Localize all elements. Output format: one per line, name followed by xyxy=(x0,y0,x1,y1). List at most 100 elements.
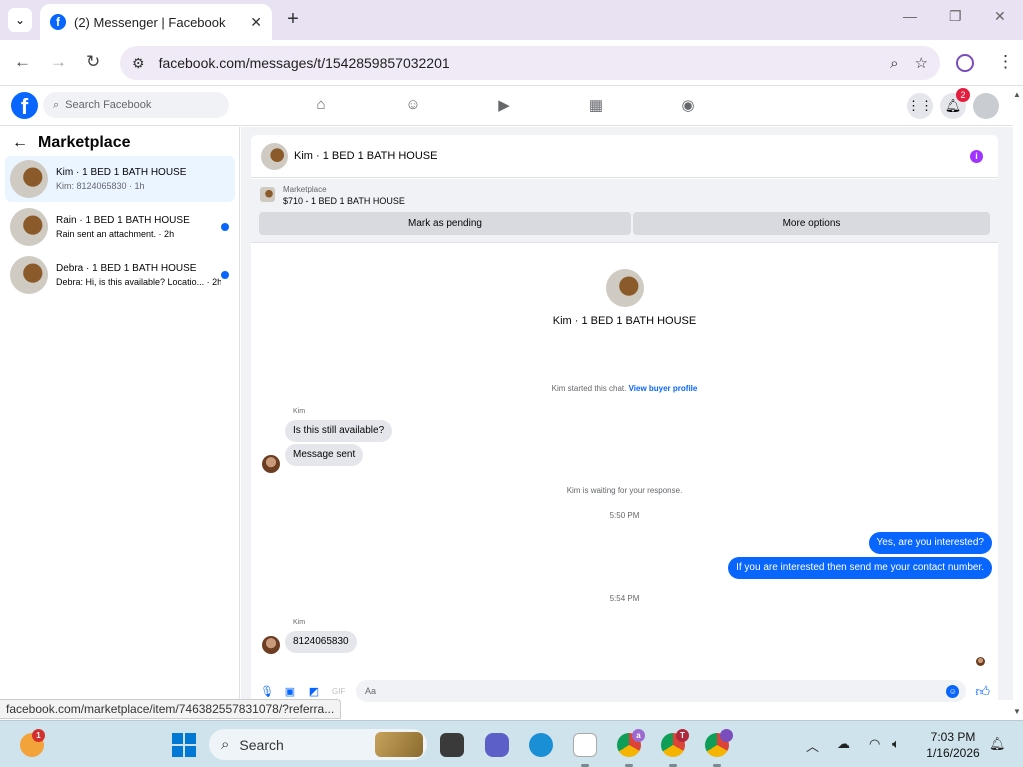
facebook-logo-icon[interactable]: f xyxy=(11,92,38,119)
taskbar-clock[interactable]: 7:03 PM 1/16/2026 xyxy=(920,729,986,761)
mark-as-pending-button[interactable]: Mark as pending xyxy=(259,212,631,235)
conversation-item[interactable]: Debra · 1 BED 1 BATH HOUSE Debra: Hi, is… xyxy=(5,252,235,298)
tab-search-chevron-icon[interactable]: ⌄ xyxy=(8,8,32,32)
microphone-icon[interactable]: 🎙︎ xyxy=(260,685,274,698)
conversation-snippet: Debra: Hi, is this available? Locatio...… xyxy=(56,277,221,287)
forward-arrow-icon[interactable]: → xyxy=(50,52,67,72)
info-icon[interactable]: i xyxy=(970,149,983,163)
chat-avatar[interactable] xyxy=(261,142,288,170)
chat-title[interactable]: Kim · 1 BED 1 BATH HOUSE xyxy=(294,150,970,162)
sender-name: Kim xyxy=(293,408,306,415)
photo-icon[interactable]: ▣ xyxy=(284,685,296,698)
conversation-name: Rain · 1 BED 1 BATH HOUSE xyxy=(56,215,190,226)
address-bar[interactable]: ⚙ facebook.com/messages/t/15428598570322… xyxy=(120,46,940,80)
marketplace-icon[interactable]: ▦ xyxy=(586,96,606,116)
scroll-down-arrow-icon[interactable]: ▼ xyxy=(1013,707,1021,716)
timestamp: 5:50 PM xyxy=(609,511,640,520)
incoming-message[interactable]: Is this still available? xyxy=(285,420,393,442)
app-badge: 1 xyxy=(32,729,45,742)
listing-thumbnail xyxy=(10,208,48,246)
taskbar-search[interactable]: ⌕ Search xyxy=(209,729,427,760)
profile-avatar[interactable] xyxy=(605,269,644,307)
facebook-search-input[interactable]: ⌕ Search Facebook xyxy=(43,92,229,118)
sender-name: Kim xyxy=(293,619,306,626)
restore-icon[interactable]: ❐ xyxy=(949,8,962,25)
search-icon: ⌕ xyxy=(53,98,60,111)
browser-tab[interactable]: f (2) Messenger | Facebook ✕ xyxy=(40,4,272,40)
reload-icon[interactable]: ↻ xyxy=(86,52,100,72)
cloud-sync-off-icon[interactable]: ☁ xyxy=(837,736,850,752)
incoming-message[interactable]: 8124065830 xyxy=(285,631,357,653)
task-view-icon[interactable] xyxy=(440,733,464,757)
conversation-sidebar: ← Marketplace Kim · 1 BED 1 BATH HOUSE K… xyxy=(0,127,240,700)
account-avatar[interactable] xyxy=(973,93,999,119)
back-arrow-icon[interactable]: ← xyxy=(14,52,31,72)
listing-thumbnail xyxy=(10,256,48,294)
outgoing-message[interactable]: Yes, are you interested? xyxy=(868,532,992,554)
search-highlight-image xyxy=(375,732,423,757)
volume-icon[interactable]: 🔈︎ xyxy=(892,736,900,752)
zoom-icon[interactable]: ⌕ xyxy=(890,55,898,72)
back-arrow-icon[interactable]: ← xyxy=(12,134,28,152)
search-placeholder: Search Facebook xyxy=(65,99,152,111)
view-buyer-profile-link[interactable]: View buyer profile xyxy=(629,384,698,393)
sender-avatar[interactable] xyxy=(262,636,280,654)
profile-badge: a xyxy=(632,729,645,742)
status-bar-url: facebook.com/marketplace/item/7463825578… xyxy=(0,699,342,719)
listing-price-title[interactable]: $710 - 1 BED 1 BATH HOUSE xyxy=(283,196,405,206)
screen: ⌄ f (2) Messenger | Facebook ✕ + — ❐ ✕ ←… xyxy=(0,0,1023,767)
notification-center-bell-icon[interactable]: 🔔︎ xyxy=(989,736,1006,752)
video-icon[interactable]: ▶ xyxy=(494,96,514,116)
browser-menu-icon[interactable]: ⋮ xyxy=(997,52,1014,72)
url-text[interactable]: facebook.com/messages/t/1542859857032201 xyxy=(159,55,875,71)
gaming-icon[interactable]: ◉ xyxy=(678,96,698,116)
windows-taskbar: 1 ⌕ Search a T ︿ ☁ ◠ 🔈︎ 7:03 PM 1/16/202… xyxy=(0,720,1023,767)
profile-name: Kim · 1 BED 1 BATH HOUSE xyxy=(552,315,697,327)
conversation-snippet: Kim: 8124065830 · 1h xyxy=(56,181,145,191)
tab-close-icon[interactable]: ✕ xyxy=(250,14,262,31)
browser-toolbar: ← → ↻ ⚙ facebook.com/messages/t/15428598… xyxy=(0,40,1023,86)
listing-source: Marketplace xyxy=(283,185,327,194)
timestamp: 5:54 PM xyxy=(609,594,640,603)
clock-date: 1/16/2026 xyxy=(926,746,980,760)
more-options-button[interactable]: More options xyxy=(633,212,990,235)
notification-badge: 2 xyxy=(956,88,970,102)
browser-tabbar: ⌄ f (2) Messenger | Facebook ✕ + — ❐ ✕ xyxy=(0,0,1023,40)
tab-title: (2) Messenger | Facebook xyxy=(74,14,226,30)
minimize-icon[interactable]: — xyxy=(903,8,917,24)
window-close-icon[interactable]: ✕ xyxy=(994,8,1006,25)
bookmark-star-icon[interactable]: ☆ xyxy=(915,54,928,72)
teams-icon[interactable] xyxy=(485,733,509,757)
clock-time: 7:03 PM xyxy=(930,730,976,744)
facebook-favicon-icon: f xyxy=(50,14,66,30)
listing-thumbnail xyxy=(10,160,48,198)
windows-start-icon[interactable] xyxy=(172,733,196,757)
sidebar-title-text: Marketplace xyxy=(38,134,131,151)
thumbs-up-icon[interactable]: 👍︎ xyxy=(975,683,990,700)
gif-icon[interactable]: GIF xyxy=(332,687,345,696)
unread-dot-icon xyxy=(221,223,229,231)
outgoing-message[interactable]: If you are interested then send me your … xyxy=(728,557,992,579)
seen-indicator-avatar xyxy=(976,657,985,666)
message-composer: 🎙︎ ▣ ◩ GIF Aa ☺ 👍︎ xyxy=(251,679,998,703)
scroll-up-arrow-icon[interactable]: ▲ xyxy=(1013,90,1021,99)
edge-icon[interactable] xyxy=(529,733,553,757)
conversation-snippet: Rain sent an attachment. · 2h xyxy=(56,229,175,239)
message-input[interactable]: Aa xyxy=(356,680,967,702)
snipping-tool-icon[interactable] xyxy=(573,733,597,757)
wifi-icon[interactable]: ◠ xyxy=(869,736,880,752)
site-info-icon[interactable]: ⚙ xyxy=(132,55,145,72)
friends-icon[interactable]: ☺ xyxy=(403,96,423,116)
sender-avatar[interactable] xyxy=(262,455,280,473)
browser-profile-icon[interactable] xyxy=(956,54,974,72)
tray-chevron-up-icon[interactable]: ︿ xyxy=(806,736,819,755)
listing-thumbnail[interactable] xyxy=(260,187,275,202)
sticker-icon[interactable]: ◩ xyxy=(308,685,320,698)
new-tab-icon[interactable]: + xyxy=(282,8,304,30)
emoji-icon[interactable]: ☺ xyxy=(946,684,960,698)
conversation-item[interactable]: Kim · 1 BED 1 BATH HOUSE Kim: 8124065830… xyxy=(5,156,235,202)
menu-grid-icon[interactable]: ⋮⋮ xyxy=(907,93,933,119)
incoming-message[interactable]: Message sent xyxy=(285,444,364,466)
home-icon[interactable]: ⌂ xyxy=(311,96,331,116)
conversation-item[interactable]: Rain · 1 BED 1 BATH HOUSE Rain sent an a… xyxy=(5,204,235,250)
